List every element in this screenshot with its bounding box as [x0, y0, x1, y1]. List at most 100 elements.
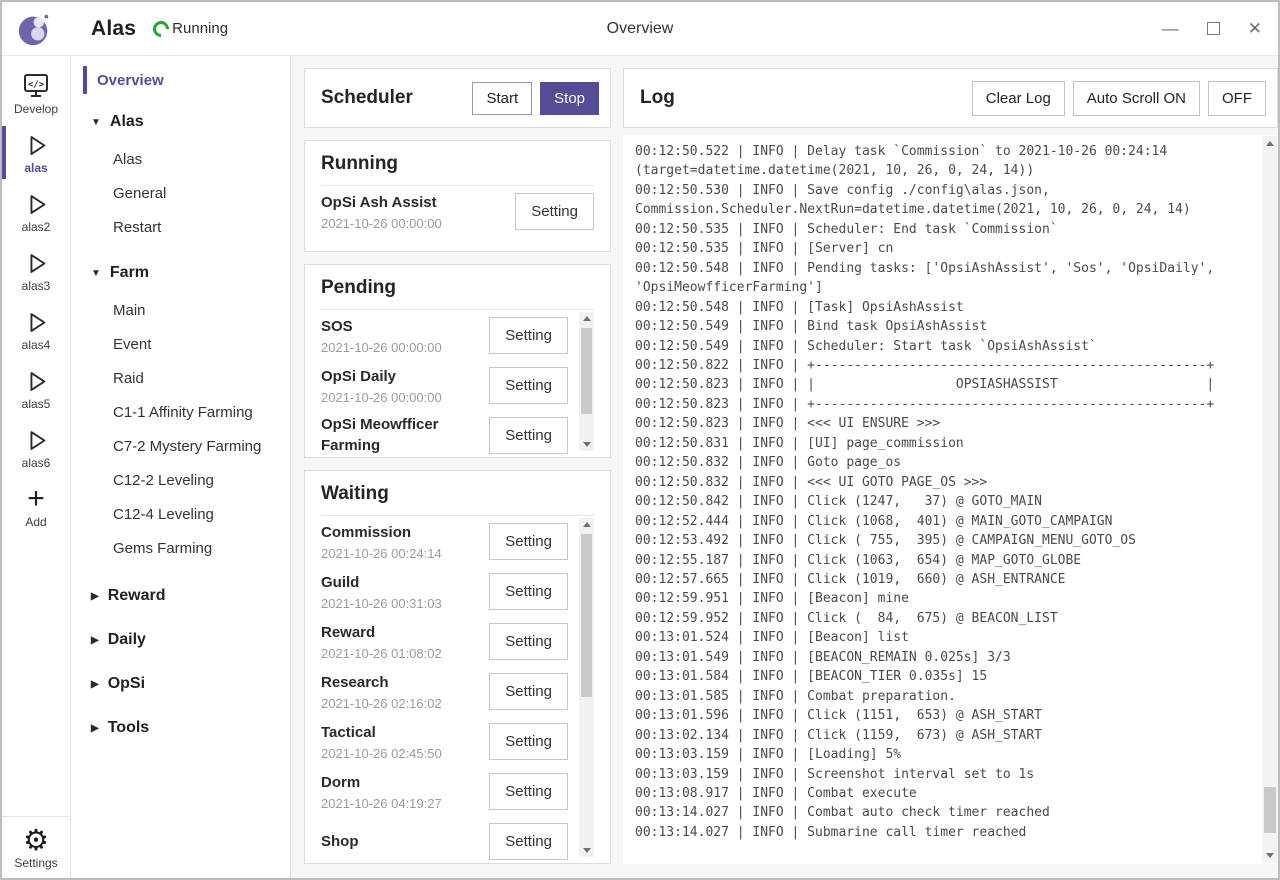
rail-item-label: alas — [24, 161, 47, 175]
running-title: Running — [321, 153, 594, 186]
task-row: Shop Setting — [321, 816, 568, 863]
gear-icon: ⚙ — [23, 826, 49, 856]
rail-item-alas3[interactable]: alas3 — [2, 241, 70, 300]
task-info: OpSi Ash Assist 2021-10-26 00:00:00 — [321, 192, 442, 231]
log-line: 00:13:01.584 | INFO | [BEACON_TIER 0.035… — [635, 667, 1257, 686]
pending-title: Pending — [321, 277, 594, 310]
log-line: 'OpsiMeowfficerFarming'] — [635, 278, 1257, 297]
nav-sub-item[interactable]: General — [83, 177, 290, 211]
task-setting-button[interactable]: Setting — [489, 823, 568, 860]
pending-list-wrap: SOS 2021-10-26 00:00:00 Setting OpSi Dai… — [321, 310, 594, 457]
nav-sub-item[interactable]: Event — [83, 328, 290, 362]
scrollbar-thumb[interactable] — [581, 534, 592, 697]
scroll-down-icon[interactable] — [583, 442, 591, 447]
scroll-up-icon[interactable] — [583, 316, 591, 321]
task-setting-button[interactable]: Setting — [489, 317, 568, 354]
task-setting-button[interactable]: Setting — [489, 773, 568, 810]
task-setting-button[interactable]: Setting — [489, 623, 568, 660]
task-setting-button[interactable]: Setting — [515, 193, 594, 230]
nav-sub-item[interactable]: Main — [83, 294, 290, 328]
task-setting-button[interactable]: Setting — [489, 673, 568, 710]
task-next-run-time: 2021-10-26 02:16:02 — [321, 696, 442, 711]
task-row: Guild 2021-10-26 00:31:03 Setting — [321, 566, 568, 616]
nav-sub-item[interactable]: C12-2 Leveling — [83, 464, 290, 498]
rail-item-develop[interactable]: </> Develop — [2, 64, 70, 123]
task-name: SOS — [321, 316, 442, 337]
scrollbar-thumb[interactable] — [1264, 787, 1276, 833]
task-name: OpSi Daily — [321, 366, 442, 387]
log-title: Log — [640, 87, 972, 109]
auto-scroll-on-button[interactable]: Auto Scroll ON — [1073, 81, 1200, 116]
nav-items: Overview ▼ Alas AlasGeneralRestart ▼ Far… — [83, 66, 290, 742]
scroll-down-icon[interactable] — [583, 848, 591, 853]
task-info: Commission 2021-10-26 00:24:14 — [321, 522, 442, 561]
waiting-list: Commission 2021-10-26 00:24:14 Setting G… — [321, 516, 568, 863]
nav-sub-item[interactable]: C7-2 Mystery Farming — [83, 430, 290, 464]
nav-group-header[interactable]: ▼ Farm — [83, 259, 290, 287]
rail-item-label: alas6 — [22, 456, 51, 470]
close-button[interactable]: ✕ — [1248, 20, 1262, 37]
pending-scrollbar[interactable] — [579, 312, 594, 451]
nav-link-overview[interactable]: Overview — [83, 66, 290, 94]
task-setting-button[interactable]: Setting — [489, 417, 568, 454]
nav-group-label: Alas — [110, 113, 144, 131]
maximize-button[interactable] — [1207, 22, 1220, 35]
scroll-down-icon[interactable] — [1266, 853, 1274, 858]
task-next-run-time: 2021-10-26 04:19:27 — [321, 796, 442, 811]
svg-text:</>: </> — [28, 80, 45, 90]
log-lines: 00:12:50.522 | INFO | Delay task `Commis… — [623, 135, 1261, 864]
nav-group-header[interactable]: ▼ Alas — [83, 108, 290, 136]
log-scrollbar[interactable] — [1262, 136, 1278, 863]
start-button[interactable]: Start — [472, 82, 532, 115]
nav-sub-item[interactable]: C12-4 Leveling — [83, 498, 290, 532]
nav-sub-item[interactable]: Raid — [83, 362, 290, 396]
task-info: Research 2021-10-26 02:16:02 — [321, 672, 442, 711]
settings-button[interactable]: ⚙ Settings — [2, 816, 70, 878]
scroll-up-icon[interactable] — [1266, 141, 1274, 146]
waiting-title: Waiting — [321, 483, 594, 516]
app-window: Alas Running Overview — ✕ </> Develop — [0, 0, 1280, 880]
rail-item-alas6[interactable]: alas6 — [2, 418, 70, 477]
clear-log-button[interactable]: Clear Log — [972, 81, 1065, 116]
auto-scroll-off-button[interactable]: OFF — [1208, 81, 1266, 116]
nav-group-label: Daily — [108, 631, 146, 649]
minimize-button[interactable]: — — [1162, 20, 1179, 37]
nav-sub-item[interactable]: Gems Farming — [83, 532, 290, 566]
task-setting-button[interactable]: Setting — [489, 367, 568, 404]
rail-item-alas4[interactable]: alas4 — [2, 300, 70, 359]
rail-item-alas5[interactable]: alas5 — [2, 359, 70, 418]
nav-group-header[interactable]: ▶ Tools — [83, 714, 290, 742]
nav-group-header[interactable]: ▶ Reward — [83, 582, 290, 610]
log-line: 00:13:03.159 | INFO | Screenshot interva… — [635, 765, 1257, 784]
log-line: 00:12:50.549 | INFO | Bind task OpsiAshA… — [635, 317, 1257, 336]
task-row: OpSi Daily 2021-10-26 00:00:00 Setting — [321, 360, 568, 410]
nav-sub-item[interactable]: Restart — [83, 211, 290, 245]
stop-button[interactable]: Stop — [540, 82, 599, 115]
rail-item-alas[interactable]: alas — [2, 123, 70, 182]
task-setting-button[interactable]: Setting — [489, 573, 568, 610]
scrollbar-thumb[interactable] — [581, 328, 592, 414]
log-panel-header: Log Clear Log Auto Scroll ON OFF — [623, 68, 1278, 128]
rail-item-alas2[interactable]: alas2 — [2, 182, 70, 241]
log-line: 00:12:50.535 | INFO | Scheduler: End tas… — [635, 220, 1257, 239]
play-icon — [23, 425, 50, 455]
nav-group-header[interactable]: ▶ Daily — [83, 626, 290, 654]
nav-group-header[interactable]: ▶ OpSi — [83, 670, 290, 698]
log-line: 00:12:50.832 | INFO | <<< UI GOTO PAGE_O… — [635, 473, 1257, 492]
nav-sub-item[interactable]: Alas — [83, 143, 290, 177]
nav-sub-item[interactable]: C1-1 Affinity Farming — [83, 396, 290, 430]
log-line: 00:12:50.823 | INFO | <<< UI ENSURE >>> — [635, 414, 1257, 433]
task-setting-button[interactable]: Setting — [489, 523, 568, 560]
running-section: Running OpSi Ash Assist 2021-10-26 00:00… — [304, 140, 611, 252]
task-setting-button[interactable]: Setting — [489, 723, 568, 760]
waiting-scrollbar[interactable] — [579, 518, 594, 857]
log-line: 00:13:01.596 | INFO | Click (1151, 653) … — [635, 706, 1257, 725]
log-line: 00:13:01.549 | INFO | [BEACON_REMAIN 0.0… — [635, 648, 1257, 667]
task-name: Guild — [321, 572, 442, 593]
page-title: Overview — [607, 20, 674, 38]
log-line: 00:12:55.187 | INFO | Click (1063, 654) … — [635, 551, 1257, 570]
rail-item-add[interactable]: + Add — [2, 477, 70, 536]
task-next-run-time: 2021-10-26 00:24:14 — [321, 546, 442, 561]
rail-item-label: alas5 — [22, 397, 51, 411]
scroll-up-icon[interactable] — [583, 522, 591, 527]
